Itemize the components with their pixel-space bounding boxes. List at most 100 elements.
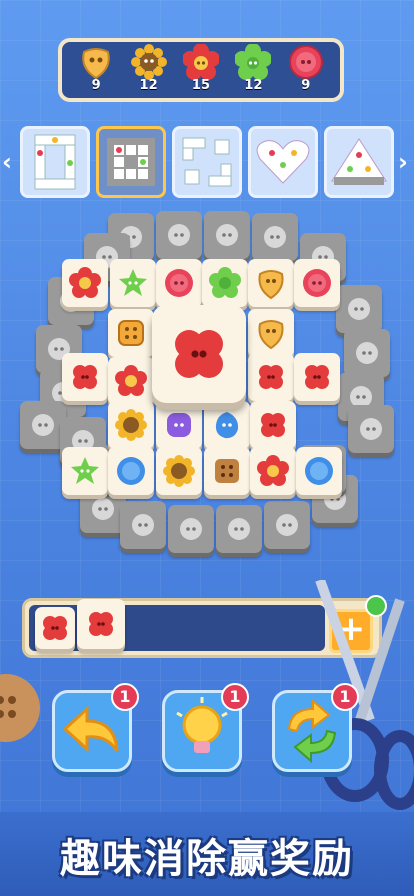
banner-text: 趣味消除赢奖励	[60, 836, 354, 882]
tile-green[interactable]	[62, 447, 108, 495]
tile-clover[interactable]	[294, 353, 340, 401]
covered-tile	[252, 213, 298, 261]
tile-redflower[interactable]	[250, 447, 296, 495]
redflower-button-icon	[69, 267, 101, 298]
bluecirc-button-icon	[117, 457, 145, 485]
tile-sun[interactable]	[156, 447, 202, 495]
grey-button-icon	[348, 298, 370, 320]
hint-button[interactable]: 1	[162, 683, 249, 772]
tile-purple[interactable]	[156, 401, 202, 449]
tile-greenflower[interactable]	[202, 259, 248, 307]
goal-count: 15	[191, 78, 211, 93]
brown-button-icon	[215, 459, 239, 483]
blue-button-icon	[215, 412, 239, 439]
goal-green-flower: 12	[231, 44, 275, 96]
red-flower-button-icon	[182, 44, 219, 80]
grey-button-icon	[180, 518, 202, 540]
grey-button-icon	[32, 414, 54, 436]
tile-pink[interactable]	[294, 259, 340, 307]
undo-button[interactable]: 1	[52, 683, 139, 772]
level-pattern-icon	[182, 137, 232, 187]
level-pattern-icon	[34, 134, 76, 190]
tile-green[interactable]	[110, 259, 156, 307]
covered-tile	[156, 211, 202, 259]
goal-count: 12	[244, 78, 263, 93]
yellow-button-icon	[82, 48, 110, 80]
level-card-3[interactable]	[172, 126, 242, 198]
goal-yellow-button: 9	[74, 44, 118, 96]
tile-clover[interactable]	[250, 401, 296, 449]
grey-button-icon	[276, 514, 298, 536]
tile-brown[interactable]	[204, 447, 250, 495]
goal-pink-button: 9	[284, 44, 328, 96]
red-clover-button-icon	[89, 612, 113, 636]
green-button-icon	[119, 269, 147, 296]
tile-clover[interactable]	[62, 353, 108, 401]
purple-button-icon	[167, 413, 191, 437]
grey-button-icon	[92, 498, 114, 520]
tile-square[interactable]	[108, 309, 154, 357]
yellow-button-icon	[258, 320, 284, 349]
shuffle-button[interactable]: 1	[272, 683, 359, 772]
grey-button-icon	[360, 418, 382, 440]
pink-button-icon	[288, 45, 323, 79]
grey-button-icon	[216, 224, 238, 246]
level-card-5[interactable]	[324, 126, 394, 198]
tile-clover[interactable]	[248, 353, 294, 401]
clover-button-icon	[73, 365, 97, 389]
pink-button-icon	[303, 269, 331, 297]
tile-yellow[interactable]	[248, 309, 294, 357]
tile-yellow[interactable]	[248, 259, 294, 307]
goal-red-flower: 15	[179, 44, 223, 96]
grey-button-icon	[228, 518, 250, 540]
sun-button-icon	[115, 409, 147, 441]
level-pattern-icon	[331, 138, 387, 185]
chevron-right-icon[interactable]: ›	[398, 148, 408, 176]
red-clover-button-icon	[43, 616, 67, 640]
redflower-button-icon	[115, 365, 147, 396]
goal-count: 12	[139, 78, 158, 93]
level-selector: ‹ ›	[0, 122, 414, 202]
covered-tile	[216, 505, 262, 553]
tile-blue[interactable]	[204, 401, 250, 449]
level-card-heart[interactable]	[248, 126, 318, 198]
green-flower-button-icon	[235, 44, 272, 80]
level-card-2-selected[interactable]	[96, 126, 166, 198]
hint-count-badge: 1	[221, 683, 249, 711]
promo-banner: 趣味消除赢奖励	[0, 812, 414, 896]
tray-tile-red-clover[interactable]	[77, 599, 125, 649]
greenflower-button-icon	[209, 267, 241, 298]
sun-button-icon	[163, 455, 195, 487]
tile-bluecirc[interactable]	[108, 447, 154, 495]
clover-button-icon	[261, 413, 285, 437]
tile-redflower[interactable]	[62, 259, 108, 307]
grey-button-icon	[356, 342, 378, 364]
covered-tile	[204, 211, 250, 259]
yellow-button-icon	[258, 270, 284, 299]
grey-button-icon	[264, 226, 286, 248]
wooden-button-decoration-icon	[0, 674, 40, 742]
tile-bluecirc[interactable]	[296, 447, 342, 495]
tile-redflower[interactable]	[108, 357, 154, 405]
covered-tile	[336, 285, 382, 333]
selected-tile-red-clover[interactable]	[152, 305, 246, 403]
tray-tile-red-clover[interactable]	[35, 607, 75, 649]
tile-pink[interactable]	[156, 259, 202, 307]
clover-button-icon	[259, 365, 283, 389]
covered-tile	[168, 505, 214, 553]
level-card-1[interactable]	[20, 126, 90, 198]
covered-tile	[264, 501, 310, 549]
grey-button-icon	[132, 514, 154, 536]
undo-count-badge: 1	[111, 683, 139, 711]
shuffle-count-badge: 1	[331, 683, 359, 711]
clover-button-icon	[305, 365, 329, 389]
clover-button-icon	[175, 330, 223, 378]
goal-count: 9	[91, 78, 101, 93]
square-button-icon	[118, 320, 144, 346]
chevron-left-icon[interactable]: ‹	[2, 148, 12, 176]
tile-sun[interactable]	[108, 401, 154, 449]
goal-count: 9	[301, 78, 311, 93]
covered-tile	[348, 405, 394, 453]
game-board	[0, 205, 414, 553]
bluecirc-button-icon	[305, 457, 333, 485]
